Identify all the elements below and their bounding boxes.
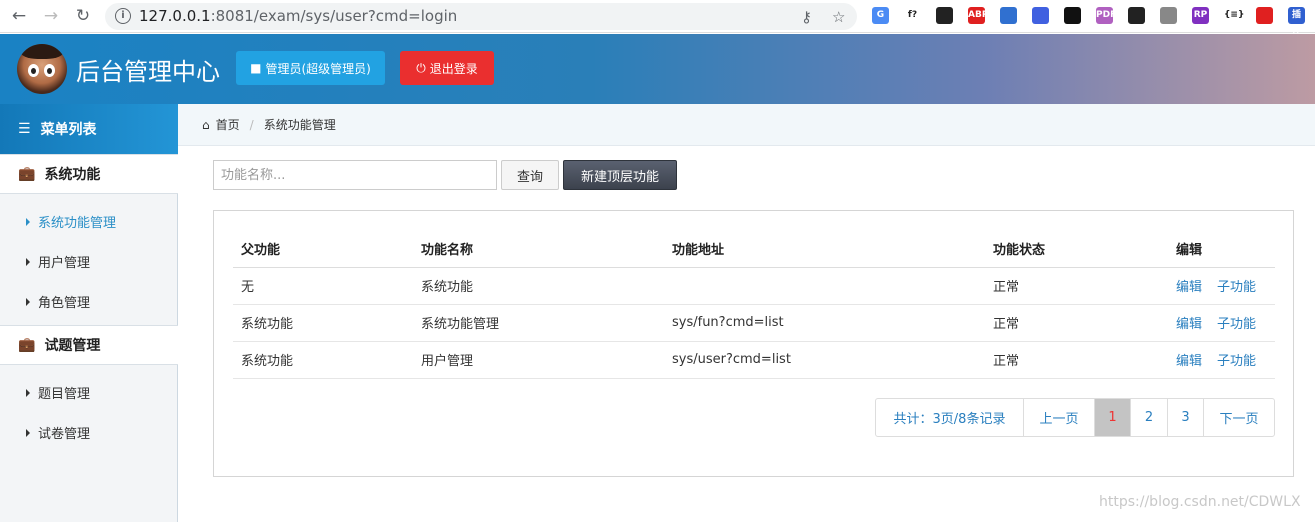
pagination: 共计：3页/8条记录 上一页 1 2 3 下一页 (875, 398, 1275, 437)
breadcrumb-current: 系统功能管理 (263, 118, 336, 132)
cell-name: 系统功能管理 (413, 304, 664, 342)
briefcase-icon: 💼 (18, 337, 36, 353)
table-row: 系统功能 用户管理 sys/user?cmd=list 正常 编辑 子功能 (233, 341, 1275, 379)
cell-parent: 无 (233, 267, 413, 305)
extension-icon[interactable] (1032, 7, 1049, 24)
reload-icon[interactable]: ↻ (72, 5, 94, 27)
extension-icon[interactable] (1000, 7, 1017, 24)
edit-link[interactable]: 编辑 (1176, 354, 1202, 369)
cell-name: 系统功能 (413, 267, 664, 305)
briefcase-icon: 💼 (18, 166, 36, 182)
star-icon[interactable]: ☆ (832, 8, 845, 26)
header-name: 功能名称 (413, 230, 664, 268)
extension-icon[interactable] (936, 7, 953, 24)
page-button-1[interactable]: 1 (1094, 399, 1130, 436)
new-top-function-button[interactable]: 新建顶层功能 (563, 160, 677, 190)
sidebar-group-system[interactable]: 💼 系统功能 (0, 154, 178, 194)
next-page-button[interactable]: 下一页 (1203, 399, 1274, 436)
table-row: 无 系统功能 正常 编辑 子功能 (233, 267, 1275, 305)
query-button[interactable]: 查询 (501, 160, 559, 190)
sidebar-item-role-management[interactable]: 角色管理 (26, 292, 90, 311)
address-bar[interactable]: i 127.0.0.1:8081/exam/sys/user?cmd=login… (105, 3, 857, 30)
header-parent: 父功能 (233, 230, 413, 268)
extension-icon[interactable] (1128, 7, 1145, 24)
sidebar-item-question-management[interactable]: 题目管理 (26, 383, 90, 402)
admin-user-button[interactable]: ■ 管理员(超级管理员) (236, 51, 385, 85)
sidebar-item-paper-management[interactable]: 试卷管理 (26, 423, 90, 442)
home-icon: ⌂ (202, 117, 210, 132)
cell-parent: 系统功能 (233, 304, 413, 342)
url-text[interactable]: 127.0.0.1:8081/exam/sys/user?cmd=login (139, 7, 457, 25)
breadcrumb: ⌂ 首页 / 系统功能管理 (178, 104, 1315, 146)
cell-url (664, 267, 985, 305)
cell-status: 正常 (985, 267, 1168, 305)
extension-icon[interactable] (1256, 7, 1273, 24)
edit-link[interactable]: 编辑 (1176, 317, 1202, 332)
cell-actions: 编辑 子功能 (1168, 304, 1275, 342)
extension-icon[interactable]: G (872, 7, 889, 24)
header-url: 功能地址 (664, 230, 985, 268)
logout-button[interactable]: ⏻ 退出登录 (400, 51, 494, 85)
forward-icon[interactable]: → (40, 5, 62, 27)
header-status: 功能状态 (985, 230, 1168, 268)
function-table-panel: 父功能 功能名称 功能地址 功能状态 编辑 无 系统功能 正常 编辑 子功能 系统… (213, 210, 1294, 477)
edit-link[interactable]: 编辑 (1176, 280, 1202, 295)
caret-right-icon (26, 428, 30, 437)
extension-icon[interactable]: 插件 (1288, 7, 1305, 37)
user-icon: ■ (250, 61, 262, 75)
extension-icon[interactable]: ABP (968, 7, 988, 24)
prev-page-button[interactable]: 上一页 (1023, 399, 1094, 436)
back-icon[interactable]: ← (8, 5, 30, 27)
list-icon: ☰ (18, 121, 31, 137)
page-button-3[interactable]: 3 (1167, 399, 1203, 436)
caret-right-icon (26, 297, 30, 306)
browser-toolbar: ← → ↻ i 127.0.0.1:8081/exam/sys/user?cmd… (0, 0, 1315, 37)
cell-url: sys/fun?cmd=list (664, 304, 985, 342)
child-function-link[interactable]: 子功能 (1217, 280, 1256, 295)
caret-right-icon (26, 257, 30, 266)
sidebar-item-user-management[interactable]: 用户管理 (26, 252, 90, 271)
cell-status: 正常 (985, 304, 1168, 342)
sidebar-item-function-management[interactable]: 系统功能管理 (26, 212, 116, 231)
app-header: 后台管理中心 ■ 管理员(超级管理员) ⏻ 退出登录 (0, 34, 1315, 104)
cell-url: sys/user?cmd=list (664, 341, 985, 379)
menu-header: ☰ 菜单列表 (0, 104, 178, 154)
extension-icon[interactable] (1064, 7, 1081, 24)
breadcrumb-separator: / (249, 117, 254, 132)
cell-actions: 编辑 子功能 (1168, 341, 1275, 379)
extension-icon[interactable] (1160, 7, 1177, 24)
caret-right-icon (26, 388, 30, 397)
app-title: 后台管理中心 (76, 58, 220, 86)
function-name-search-input[interactable] (213, 160, 497, 190)
cell-actions: 编辑 子功能 (1168, 267, 1275, 305)
avatar (17, 44, 67, 94)
key-icon[interactable]: ⚷ (801, 8, 812, 26)
function-table: 父功能 功能名称 功能地址 功能状态 编辑 无 系统功能 正常 编辑 子功能 系统… (233, 230, 1275, 379)
cell-name: 用户管理 (413, 341, 664, 379)
breadcrumb-home[interactable]: 首页 (216, 116, 240, 133)
cell-status: 正常 (985, 341, 1168, 379)
page-button-2[interactable]: 2 (1130, 399, 1167, 436)
extension-icon[interactable]: f? (904, 7, 921, 24)
power-icon: ⏻ (416, 60, 426, 75)
child-function-link[interactable]: 子功能 (1217, 354, 1256, 369)
table-row: 系统功能 系统功能管理 sys/fun?cmd=list 正常 编辑 子功能 (233, 304, 1275, 342)
child-function-link[interactable]: 子功能 (1217, 317, 1256, 332)
watermark: https://blog.csdn.net/CDWLX (1099, 494, 1301, 510)
extension-icon[interactable]: PDF (1096, 7, 1116, 24)
info-icon[interactable]: i (115, 8, 131, 24)
sidebar: ☰ 菜单列表 💼 系统功能 系统功能管理 用户管理 角色管理 💼 试题管理 题目… (0, 104, 178, 522)
caret-right-icon (26, 217, 30, 226)
cell-parent: 系统功能 (233, 341, 413, 379)
header-edit: 编辑 (1168, 230, 1275, 268)
sidebar-group-exam[interactable]: 💼 试题管理 (0, 325, 178, 365)
extension-icon[interactable]: RP (1192, 7, 1209, 24)
extension-icon[interactable]: {≡} (1224, 7, 1244, 24)
table-header-row: 父功能 功能名称 功能地址 功能状态 编辑 (233, 230, 1275, 268)
pagination-summary: 共计：3页/8条记录 (893, 412, 1006, 427)
